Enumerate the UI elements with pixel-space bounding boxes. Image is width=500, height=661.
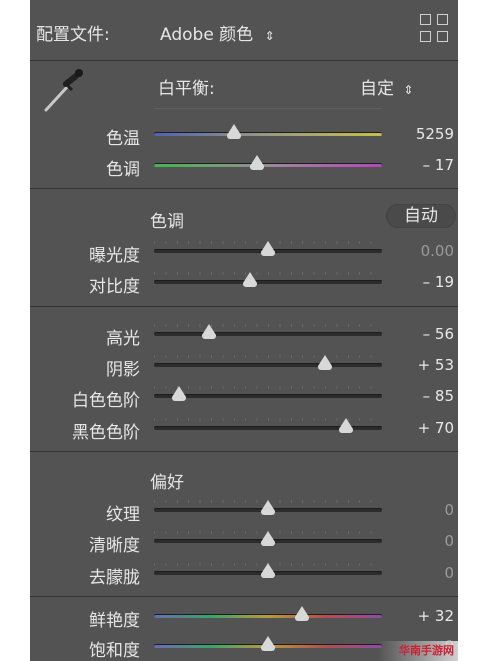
contrast-label: 对比度 bbox=[89, 277, 140, 297]
profile-browser-grid-icon[interactable] bbox=[420, 14, 450, 44]
contrast-slider[interactable] bbox=[154, 272, 382, 287]
divider bbox=[30, 188, 458, 189]
profile-select[interactable]: Adobe 颜色 ⇕ bbox=[160, 20, 275, 45]
highlights-slider-thumb[interactable] bbox=[201, 324, 216, 339]
profile-value: Adobe 颜色 bbox=[160, 25, 254, 45]
blacks-slider-thumb[interactable] bbox=[338, 418, 353, 433]
tint-slider[interactable] bbox=[154, 155, 382, 170]
blacks-slider[interactable] bbox=[154, 418, 382, 433]
divider bbox=[30, 451, 458, 452]
saturation-slider-thumb[interactable] bbox=[261, 636, 275, 651]
divider bbox=[30, 306, 458, 307]
vibrance-label: 鲜艳度 bbox=[89, 611, 140, 631]
highlights-ticks bbox=[154, 324, 382, 327]
dehaze-label: 去朦胧 bbox=[89, 568, 140, 588]
shadows-slider[interactable] bbox=[154, 355, 382, 370]
tint-value[interactable]: – 17 bbox=[384, 156, 454, 174]
contrast-value[interactable]: – 19 bbox=[384, 273, 454, 291]
watermark-text: 华南手游网 bbox=[399, 644, 454, 657]
clarity-label: 清晰度 bbox=[89, 536, 140, 556]
blacks-label: 黑色色阶 bbox=[72, 423, 140, 443]
vibrance-slider[interactable] bbox=[154, 606, 382, 621]
highlights-label: 高光 bbox=[106, 329, 140, 349]
wb-underline bbox=[154, 108, 382, 109]
divider bbox=[30, 60, 458, 61]
presence-heading: 偏好 bbox=[150, 473, 184, 493]
whites-slider-thumb[interactable] bbox=[172, 386, 187, 401]
auto-button[interactable]: 自动 bbox=[386, 204, 456, 228]
temp-label: 色温 bbox=[106, 129, 140, 149]
profile-dropdown-icon: ⇕ bbox=[264, 29, 275, 43]
temp-value[interactable]: 5259 bbox=[384, 125, 454, 143]
exposure-label: 曝光度 bbox=[89, 246, 140, 266]
contrast-slider-thumb[interactable] bbox=[242, 272, 257, 287]
white-balance-value: 自定 bbox=[360, 79, 394, 99]
exposure-slider[interactable] bbox=[154, 241, 382, 256]
shadows-ticks bbox=[154, 355, 382, 358]
texture-slider-thumb[interactable] bbox=[261, 500, 275, 515]
exposure-slider-thumb[interactable] bbox=[261, 241, 275, 256]
tone-heading: 色调 bbox=[150, 212, 184, 232]
vibrance-slider-thumb[interactable] bbox=[295, 606, 310, 621]
exposure-value[interactable]: 0.00 bbox=[384, 242, 454, 260]
saturation-slider[interactable] bbox=[154, 636, 382, 651]
white-balance-dropdown-icon: ⇕ bbox=[403, 83, 414, 97]
shadows-slider-thumb[interactable] bbox=[318, 355, 332, 370]
shadows-value[interactable]: + 53 bbox=[384, 356, 454, 374]
highlights-slider[interactable] bbox=[154, 324, 382, 339]
whites-label: 白色色阶 bbox=[72, 391, 140, 411]
tint-slider-thumb[interactable] bbox=[249, 155, 264, 170]
clarity-value[interactable]: 0 bbox=[384, 532, 454, 550]
basic-panel: 配置文件: Adobe 颜色 ⇕ 白平衡: 自定 ⇕ 色温 5259 色调 – … bbox=[30, 0, 458, 661]
tint-label: 色调 bbox=[106, 160, 140, 180]
dehaze-slider-thumb[interactable] bbox=[261, 563, 275, 578]
white-balance-label: 白平衡: bbox=[158, 79, 215, 99]
eyedropper-icon[interactable] bbox=[38, 66, 88, 118]
whites-ticks bbox=[154, 386, 382, 389]
temp-slider-thumb[interactable] bbox=[226, 124, 241, 139]
clarity-slider-thumb[interactable] bbox=[261, 531, 275, 546]
vibrance-value[interactable]: + 32 bbox=[384, 607, 454, 625]
texture-label: 纹理 bbox=[106, 505, 140, 525]
saturation-label: 饱和度 bbox=[89, 641, 140, 661]
dehaze-slider[interactable] bbox=[154, 563, 382, 578]
whites-value[interactable]: – 85 bbox=[384, 387, 454, 405]
profile-label: 配置文件: bbox=[36, 25, 110, 45]
shadows-label: 阴影 bbox=[106, 360, 140, 380]
divider bbox=[30, 596, 458, 597]
contrast-ticks bbox=[154, 272, 382, 275]
texture-value[interactable]: 0 bbox=[384, 501, 454, 519]
texture-slider[interactable] bbox=[154, 500, 382, 515]
clarity-slider[interactable] bbox=[154, 531, 382, 546]
white-balance-select[interactable]: 自定 ⇕ bbox=[360, 74, 413, 99]
dehaze-value[interactable]: 0 bbox=[384, 564, 454, 582]
blacks-value[interactable]: + 70 bbox=[384, 419, 454, 437]
highlights-value[interactable]: – 56 bbox=[384, 325, 454, 343]
whites-slider[interactable] bbox=[154, 386, 382, 401]
temp-slider[interactable] bbox=[154, 124, 382, 139]
